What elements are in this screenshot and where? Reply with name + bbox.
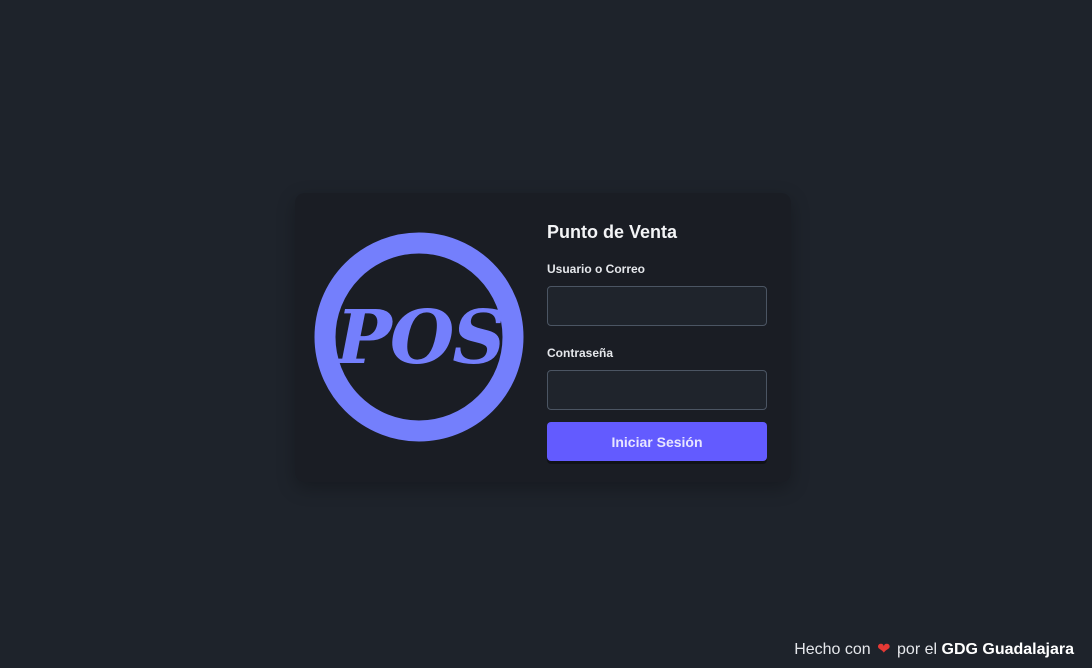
heart-icon: ❤ bbox=[877, 641, 891, 658]
user-label: Usuario o Correo bbox=[547, 262, 646, 276]
footer-org: GDG Guadalajara bbox=[941, 641, 1075, 658]
user-input[interactable] bbox=[547, 286, 767, 326]
pos-logo: POS bbox=[314, 232, 524, 442]
footer-prefix: Hecho con bbox=[794, 641, 871, 658]
footer-middle: por el bbox=[897, 641, 938, 658]
password-label: Contraseña bbox=[547, 346, 614, 360]
login-card: POS Punto de Venta Usuario o Correo Cont… bbox=[295, 193, 791, 482]
logo-text: POS bbox=[334, 295, 504, 381]
pos-logo-graphic: POS bbox=[314, 232, 524, 442]
password-input[interactable] bbox=[547, 370, 767, 410]
form-title: Punto de Venta bbox=[547, 222, 678, 242]
footer-credit: Hecho con ❤ por el GDG Guadalajara bbox=[794, 640, 1074, 660]
login-page: POS Punto de Venta Usuario o Correo Cont… bbox=[0, 0, 1092, 668]
login-form: Punto de Venta Usuario o Correo Contrase… bbox=[547, 221, 767, 461]
login-button[interactable]: Iniciar Sesión bbox=[547, 422, 767, 461]
